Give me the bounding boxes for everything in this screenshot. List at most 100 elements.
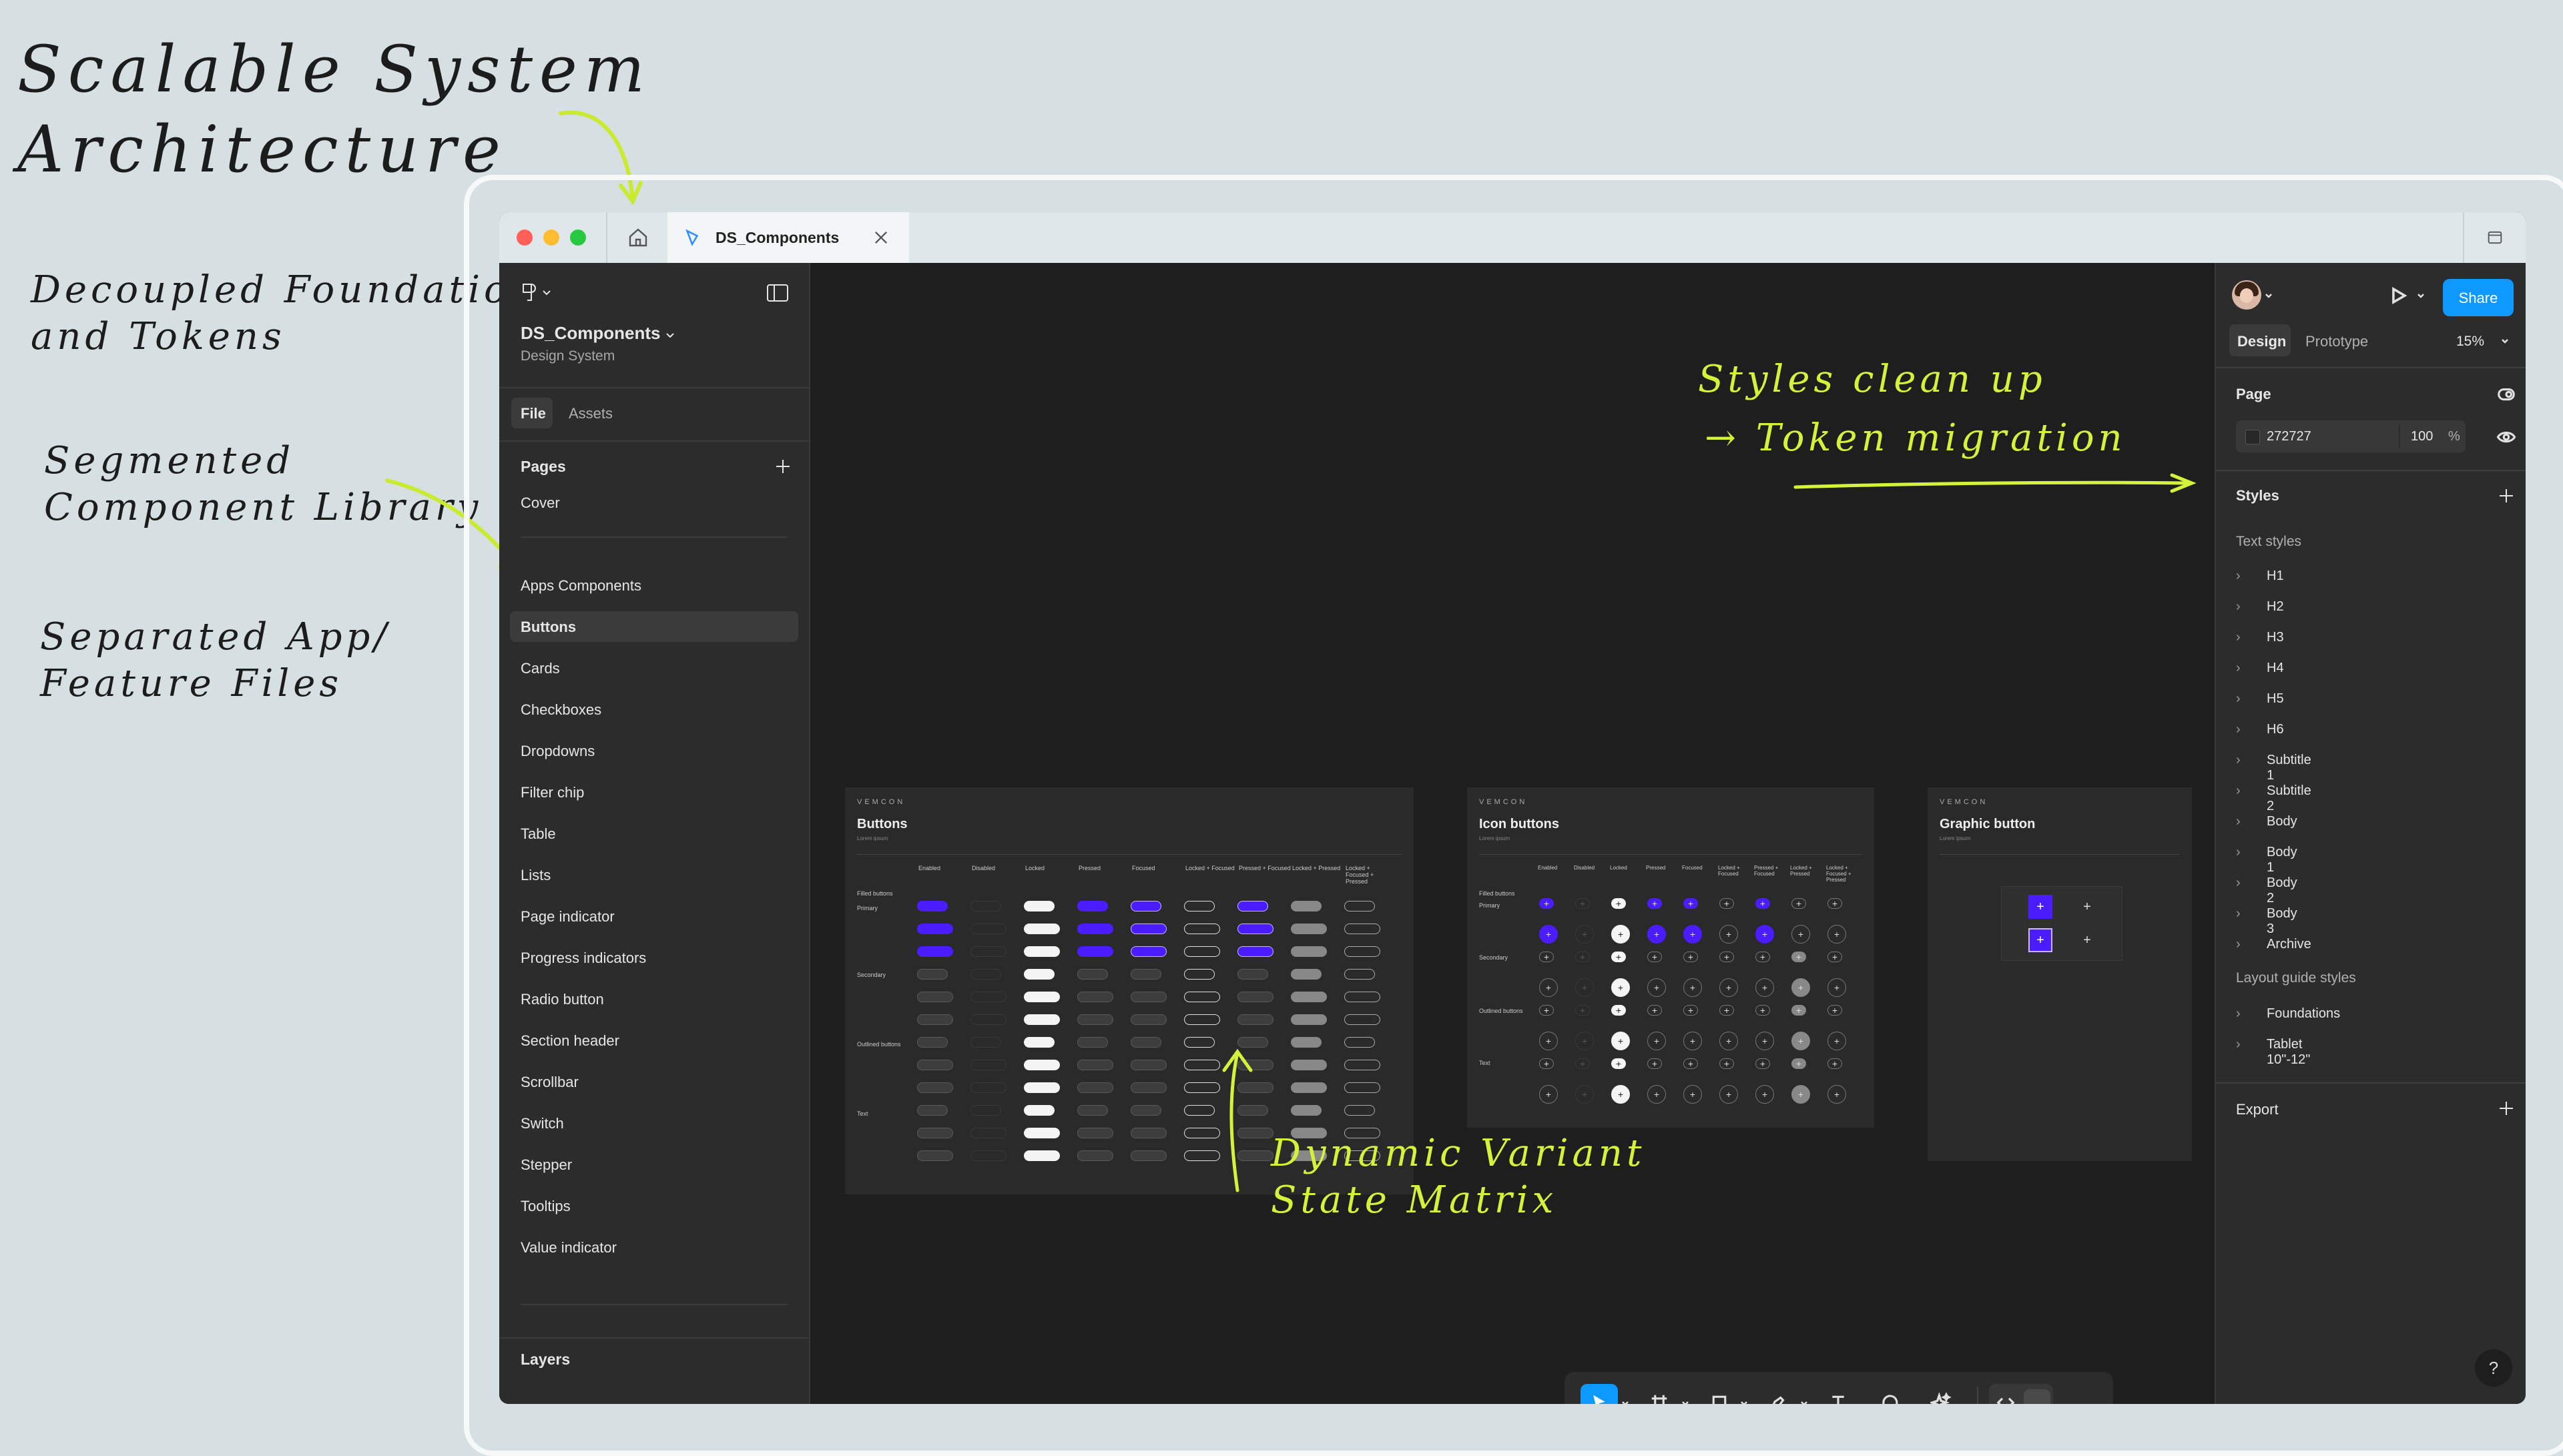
matrix-button-thumb <box>1131 1128 1167 1138</box>
frame-icon-buttons[interactable]: VEMCON Icon buttons Lorem ipsum Enabled … <box>1467 787 1874 1128</box>
tab-design[interactable]: Design <box>2229 324 2291 356</box>
avatar[interactable] <box>2232 280 2261 310</box>
color-swatch <box>2245 430 2260 444</box>
tab-file[interactable]: File <box>511 398 553 428</box>
matrix-icon-thumb: + <box>1755 1005 1770 1016</box>
actions-tool[interactable] <box>1922 1384 1960 1404</box>
right-panel: Share Design Prototype 15% Page 272727 1… <box>2215 263 2526 1404</box>
page-item-filter-chip[interactable]: Filter chip <box>510 777 798 807</box>
chevron-down-icon[interactable] <box>1621 1399 1630 1404</box>
divider <box>521 1304 788 1305</box>
page-item-label: Buttons <box>521 619 577 635</box>
move-tool[interactable] <box>1581 1384 1618 1404</box>
matrix-icon-thumb: + <box>1647 898 1662 909</box>
add-style-icon[interactable] <box>2496 486 2516 506</box>
add-export-icon[interactable] <box>2496 1098 2516 1118</box>
comment-tool[interactable] <box>1872 1384 1909 1404</box>
help-button[interactable]: ? <box>2475 1349 2512 1387</box>
main-menu-icon[interactable] <box>519 282 554 304</box>
maximize-window-dot[interactable] <box>570 230 586 246</box>
text-styles-heading: Text styles <box>2236 534 2302 549</box>
matrix-button-thumb <box>917 1037 948 1048</box>
tab-prototype[interactable]: Prototype <box>2297 324 2384 356</box>
file-title[interactable]: DS_Components <box>521 323 660 344</box>
tab-assets[interactable]: Assets <box>562 398 629 428</box>
page-item-apps-components[interactable]: Apps Components <box>510 570 798 601</box>
state-label: Disabled <box>1574 865 1595 871</box>
close-window-dot[interactable] <box>517 230 533 246</box>
present-icon[interactable] <box>2387 284 2409 307</box>
frame-graphic-button[interactable]: VEMCON Graphic button Lorem ipsum + + + … <box>1928 787 2192 1161</box>
state-label: Locked <box>1025 865 1045 871</box>
sidebar-toggle-icon[interactable] <box>766 283 789 303</box>
matrix-button-thumb <box>970 1037 1001 1048</box>
page-item-dropdowns[interactable]: Dropdowns <box>510 735 798 766</box>
page-item-buttons[interactable]: Buttons <box>510 611 798 642</box>
chevron-down-icon[interactable] <box>1739 1399 1749 1404</box>
divider <box>2216 1082 2526 1084</box>
group-label: Text <box>1479 1060 1490 1066</box>
page-item-checkboxes[interactable]: Checkboxes <box>510 694 798 725</box>
page-item-scrollbar[interactable]: Scrollbar <box>510 1066 798 1097</box>
chevron-down-icon[interactable] <box>1681 1399 1690 1404</box>
shape-tool[interactable] <box>1701 1384 1738 1404</box>
sparkle-icon <box>1930 1392 1952 1404</box>
page-item-table[interactable]: Table <box>510 818 798 849</box>
chevron-right-icon: › <box>2236 814 2241 829</box>
matrix-icon-thumb: + <box>1539 1005 1554 1016</box>
page-item-stepper[interactable]: Stepper <box>510 1149 798 1180</box>
file-tab[interactable]: DS_Components <box>667 212 909 263</box>
zoom-level[interactable]: 15% <box>2456 334 2484 350</box>
canvas[interactable]: Styles clean up → Token migration VEMCON… <box>810 263 2215 1404</box>
chevron-down-icon[interactable] <box>1799 1399 1809 1404</box>
tab-bar: DS_Components <box>499 212 2526 263</box>
chevron-down-icon[interactable] <box>2416 291 2426 300</box>
tab-design-label: Design <box>2237 333 2287 350</box>
add-page-icon[interactable] <box>773 456 793 476</box>
close-tab-icon[interactable] <box>872 228 890 247</box>
matrix-icon-thumb: + <box>1611 952 1626 962</box>
matrix-button-thumb <box>970 1150 1007 1161</box>
matrix-icon-thumb: + <box>1683 1058 1698 1069</box>
group-label: Outlined buttons <box>857 1041 901 1048</box>
divider <box>499 1337 809 1339</box>
chevron-down-icon[interactable] <box>663 328 677 342</box>
chevron-down-icon[interactable] <box>2264 291 2273 300</box>
page-settings-icon[interactable] <box>2496 384 2516 404</box>
text-tool[interactable] <box>1819 1384 1857 1404</box>
tab-prototype-label: Prototype <box>2305 333 2369 350</box>
page-item-switch[interactable]: Switch <box>510 1108 798 1138</box>
chevron-right-icon: › <box>2236 569 2241 583</box>
page-item-radio-button[interactable]: Radio button <box>510 984 798 1014</box>
matrix-button-thumb <box>1024 1105 1055 1116</box>
matrix-button-thumb <box>970 1014 1007 1025</box>
chevron-right-icon: › <box>2236 599 2241 614</box>
chevron-down-icon[interactable] <box>2500 336 2510 346</box>
frame-tool[interactable] <box>1641 1384 1678 1404</box>
matrix-button-thumb <box>1291 1014 1327 1025</box>
page-item-cards[interactable]: Cards <box>510 653 798 683</box>
tab-overview-button[interactable] <box>2463 212 2526 263</box>
matrix-icon-thumb: + <box>1755 978 1774 997</box>
page-item-page-indicator[interactable]: Page indicator <box>510 901 798 932</box>
home-tab[interactable] <box>606 212 670 263</box>
chevron-right-icon: › <box>2236 722 2241 737</box>
page-color-field[interactable]: 272727 100 % <box>2236 420 2466 452</box>
page-item-value-indicator[interactable]: Value indicator <box>510 1232 798 1262</box>
minimize-window-dot[interactable] <box>543 230 559 246</box>
dev-mode-toggle[interactable] <box>1989 1384 2053 1404</box>
share-button[interactable]: Share <box>2443 279 2514 316</box>
page-item-label: Stepper <box>521 1156 573 1173</box>
matrix-icon-thumb: + <box>1791 1032 1810 1050</box>
matrix-icon-thumb: + <box>1683 925 1702 944</box>
help-icon: ? <box>2488 1358 2499 1378</box>
page-item-tooltips[interactable]: Tooltips <box>510 1190 798 1221</box>
page-item-section-header[interactable]: Section header <box>510 1025 798 1056</box>
matrix-button-thumb <box>1344 1014 1380 1025</box>
eye-icon[interactable] <box>2496 427 2516 447</box>
page-item-progress-indicators[interactable]: Progress indicators <box>510 942 798 973</box>
page-item-label: Cover <box>521 494 560 511</box>
pen-tool[interactable] <box>1759 1384 1797 1404</box>
page-item-lists[interactable]: Lists <box>510 859 798 890</box>
page-item-cover[interactable]: Cover <box>510 487 798 518</box>
